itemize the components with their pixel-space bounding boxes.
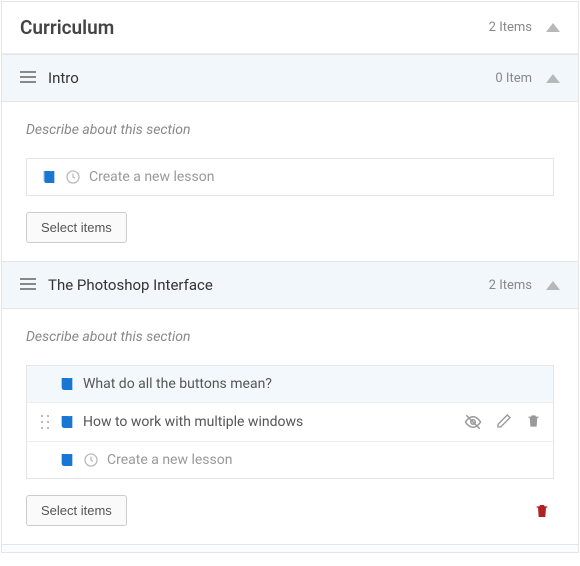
drag-handle-icon[interactable]: [20, 71, 36, 85]
section-title: Intro: [48, 69, 495, 87]
new-lesson-placeholder: Create a new lesson: [107, 452, 541, 468]
collapse-icon[interactable]: [546, 23, 560, 32]
curriculum-header: Curriculum 2 Items: [2, 2, 578, 54]
new-lesson-row[interactable]: Create a new lesson: [27, 159, 553, 195]
new-lesson-row[interactable]: Create a new lesson: [27, 442, 553, 478]
section-header[interactable]: Intro 0 Item: [2, 54, 578, 102]
page-title: Curriculum: [20, 16, 489, 39]
section-description[interactable]: Describe about this section: [26, 329, 554, 345]
clock-icon: [65, 169, 81, 185]
collapse-icon[interactable]: [546, 281, 560, 290]
row-actions: [464, 413, 541, 431]
clock-icon: [83, 452, 99, 468]
book-icon: [59, 452, 75, 468]
book-icon: [41, 169, 57, 185]
section-body: Describe about this section What do all …: [2, 309, 578, 544]
section-body: Describe about this section Create a new…: [2, 102, 578, 261]
curriculum-panel: Curriculum 2 Items Intro 0 Item Describe…: [1, 1, 579, 553]
section-title: The Photoshop Interface: [48, 276, 489, 294]
footer-spacer: [2, 544, 578, 552]
section-description[interactable]: Describe about this section: [26, 122, 554, 138]
trash-icon[interactable]: [526, 413, 541, 429]
items-list: Create a new lesson: [26, 158, 554, 196]
book-icon: [59, 414, 75, 430]
lesson-row[interactable]: What do all the buttons mean?: [27, 366, 553, 403]
drag-dots-icon[interactable]: [39, 413, 51, 431]
new-lesson-placeholder: Create a new lesson: [89, 169, 541, 185]
book-icon: [59, 376, 75, 392]
select-items-button[interactable]: Select items: [26, 212, 127, 243]
visibility-off-icon[interactable]: [464, 413, 482, 431]
section-actions: Select items: [26, 495, 554, 526]
lesson-row[interactable]: How to work with multiple windows: [27, 403, 553, 442]
section-count: 2 Items: [489, 278, 532, 293]
items-list: What do all the buttons mean? How to wor…: [26, 365, 554, 479]
lesson-title: What do all the buttons mean?: [83, 376, 541, 392]
lesson-title: How to work with multiple windows: [83, 414, 456, 430]
select-items-button[interactable]: Select items: [26, 495, 127, 526]
delete-section-icon[interactable]: [534, 502, 550, 520]
item-count: 2 Items: [489, 20, 532, 35]
section-count: 0 Item: [495, 71, 532, 86]
section-actions: Select items: [26, 212, 554, 243]
collapse-icon[interactable]: [546, 74, 560, 83]
section-header[interactable]: The Photoshop Interface 2 Items: [2, 261, 578, 309]
drag-handle-icon[interactable]: [20, 278, 36, 292]
edit-icon[interactable]: [496, 413, 512, 429]
